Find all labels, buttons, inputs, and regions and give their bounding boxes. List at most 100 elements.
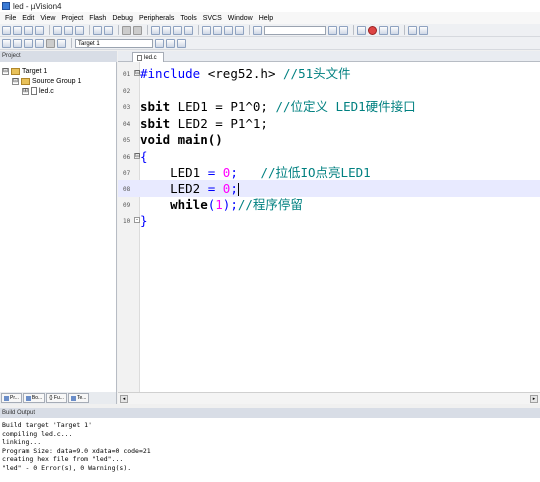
rebuild-icon[interactable] (24, 38, 33, 48)
copy-icon[interactable] (64, 25, 73, 35)
debug-session-icon[interactable] (357, 25, 366, 35)
uncomment-icon[interactable] (235, 25, 244, 35)
nav-back-icon[interactable] (122, 25, 131, 35)
menu-project[interactable]: Project (58, 15, 86, 22)
scroll-left-icon[interactable]: ◂ (120, 395, 128, 403)
menu-debug[interactable]: Debug (109, 15, 136, 22)
title-bar: led - µVision4 (0, 0, 540, 12)
menu-edit[interactable]: Edit (19, 15, 37, 22)
templates-tab-icon (70, 395, 76, 401)
paste-icon[interactable] (75, 25, 84, 35)
scroll-right-icon[interactable]: ▸ (530, 395, 538, 403)
indent-icon[interactable] (202, 25, 211, 35)
save-all-icon[interactable] (35, 25, 44, 35)
menu-tools[interactable]: Tools (177, 15, 199, 22)
comment: //51头文件 (283, 66, 351, 81)
keyword: while (140, 197, 208, 212)
toolbar-separator (249, 25, 250, 35)
unindent-icon[interactable] (213, 25, 222, 35)
tab-label: led.c (144, 54, 157, 61)
target-folder-icon (11, 67, 20, 75)
download-icon[interactable] (57, 38, 66, 48)
toolbar-separator (147, 25, 148, 35)
cut-icon[interactable] (53, 25, 62, 35)
manage-components-icon[interactable] (166, 38, 175, 48)
open-file-icon[interactable] (13, 25, 22, 35)
number: 0 (215, 181, 231, 196)
tree-item-target[interactable]: ⊟ Target 1 (2, 66, 47, 76)
tab-label: Pr... (10, 395, 19, 401)
tab-label: Bo... (31, 395, 43, 401)
tab-project[interactable]: Pr... (1, 393, 22, 403)
tab-label: {} Fu... (49, 395, 64, 401)
find-in-files-icon[interactable] (253, 25, 262, 35)
nav-forward-icon[interactable] (133, 25, 142, 35)
translate-icon[interactable] (2, 38, 11, 48)
line-number: 10 (123, 218, 131, 225)
app-icon (2, 2, 10, 10)
comment-icon[interactable] (224, 25, 233, 35)
build-line: compiling led.c... (2, 429, 73, 438)
menu-file[interactable]: File (2, 15, 19, 22)
bookmark-next-icon[interactable] (173, 25, 182, 35)
build-output-panel[interactable]: Build target 'Target 1' compiling led.c.… (0, 418, 540, 482)
bookmark-icon[interactable] (151, 25, 160, 35)
code-editor[interactable]: 01 ⊟ #include <reg52.h> //51头文件 02 03 sb… (118, 62, 540, 392)
bookmark-clear-icon[interactable] (184, 25, 193, 35)
incremental-find-icon[interactable] (339, 25, 348, 35)
configure-icon[interactable] (419, 25, 428, 35)
collapse-icon[interactable]: ⊟ (12, 77, 19, 85)
menu-peripherals[interactable]: Peripherals (136, 15, 177, 22)
menu-window[interactable]: Window (225, 15, 256, 22)
collapse-icon[interactable]: ⊟ (2, 67, 9, 75)
code-text: { (140, 149, 148, 164)
keyword: sbit (140, 116, 171, 131)
tab-templates[interactable]: Te... (67, 393, 90, 403)
bookmark-prev-icon[interactable] (162, 25, 171, 35)
tree-item-label: Target 1 (22, 67, 48, 75)
project-panel-tabs: Pr... Bo... {} Fu... Te... (0, 392, 117, 404)
c-file-icon (137, 54, 142, 61)
text-caret (237, 183, 239, 196)
file-toolbar (0, 24, 540, 37)
code-line: 02 (118, 82, 540, 99)
tree-item-label: led.c (39, 87, 54, 95)
line-number: 02 (123, 88, 131, 95)
stop-build-icon[interactable] (46, 38, 55, 48)
tree-item-file[interactable]: ⊞ led.c (22, 86, 54, 96)
tree-item-source-group[interactable]: ⊟ Source Group 1 (12, 76, 81, 86)
code-line: 04 sbit LED2 = P1^1; (118, 115, 540, 132)
tab-books[interactable]: Bo... (22, 393, 46, 403)
code-line-current: 08 LED2 = 0; (118, 180, 540, 197)
horizontal-scrollbar[interactable]: ◂ ▸ (118, 392, 540, 404)
menu-svcs[interactable]: SVCS (200, 15, 225, 22)
file-extensions-icon[interactable] (177, 38, 186, 48)
code-text: LED1 (140, 165, 208, 180)
menu-help[interactable]: Help (256, 15, 276, 22)
kill-breakpoints-icon[interactable] (390, 25, 399, 35)
breakpoint-icon[interactable] (368, 25, 377, 35)
build-icon[interactable] (13, 38, 22, 48)
tab-led-c[interactable]: led.c (132, 52, 164, 62)
disable-breakpoint-icon[interactable] (379, 25, 388, 35)
comment: //拉低IO点亮LED1 (260, 165, 371, 180)
undo-icon[interactable] (93, 25, 102, 35)
line-number: 07 (123, 170, 131, 177)
target-options-icon[interactable] (155, 38, 164, 48)
save-icon[interactable] (24, 25, 33, 35)
code-text: ; (230, 165, 261, 180)
code-text: void main() (140, 132, 223, 147)
new-file-icon[interactable] (2, 25, 11, 35)
tab-functions[interactable]: {} Fu... (46, 393, 67, 403)
code-text: LED2 = P1^1; (170, 116, 268, 131)
menu-flash[interactable]: Flash (86, 15, 109, 22)
expand-icon[interactable]: ⊞ (22, 87, 29, 95)
target-select[interactable]: Target 1 (75, 38, 153, 48)
find-icon[interactable] (328, 25, 337, 35)
window-layout-icon[interactable] (408, 25, 417, 35)
menu-view[interactable]: View (37, 15, 58, 22)
menu-bar: File Edit View Project Flash Debug Perip… (0, 12, 540, 24)
batch-build-icon[interactable] (35, 38, 44, 48)
redo-icon[interactable] (104, 25, 113, 35)
find-combo[interactable] (264, 25, 326, 35)
